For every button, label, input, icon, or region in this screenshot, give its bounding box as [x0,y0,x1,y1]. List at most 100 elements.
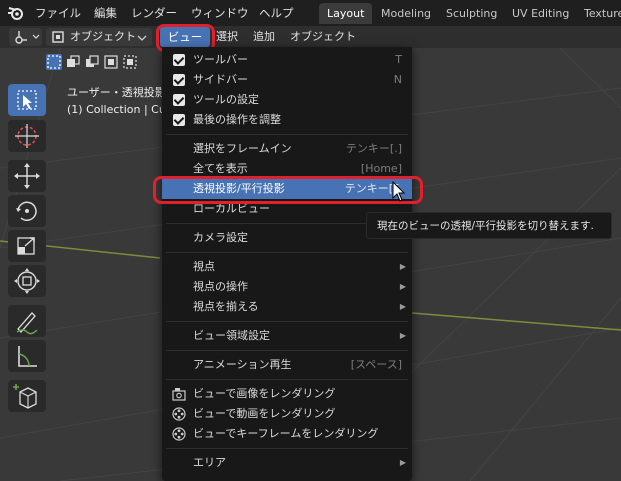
menu-item-sidebar[interactable]: サイドバー N [162,70,412,90]
menu-item-viewpoint[interactable]: 視点 ▶ [162,257,412,277]
mode-label: オブジェクト [70,30,136,43]
editor-type-button[interactable] [9,28,42,46]
menu-item-render-keyframes[interactable]: ビューでキーフレームをレンダリング [162,424,412,444]
menu-item-label: 視点 [193,260,215,273]
menu-item-label: アニメーション再生 [193,358,292,371]
tab-modeling[interactable]: Modeling [373,3,439,24]
checkbox-checked-icon[interactable] [173,74,185,86]
chevron-down-icon [137,35,147,41]
tab-texture[interactable]: Texture [576,3,621,24]
menu-item-area[interactable]: エリア ▶ [162,453,412,473]
object-mode-icon [52,31,64,43]
menu-item-label: ビュー領域設定 [193,329,270,342]
menu-item-label: ビューでキーフレームをレンダリング [193,427,379,440]
menu-item-shortcut: T [395,53,402,66]
camera-render-icon [172,388,186,401]
select-intersect-button[interactable] [122,54,138,70]
menu-separator [166,252,408,253]
add-cube-icon [13,384,37,409]
submenu-arrow-icon: ▶ [399,282,406,291]
menu-file[interactable]: ファイル [35,5,81,21]
highlight-perspective-item [153,176,423,204]
checkbox-checked-icon[interactable] [173,114,185,126]
menu-item-tool-settings[interactable]: ツールの設定 [162,90,412,110]
menu-item-frame-selected[interactable]: 選択をフレームイン テンキー[.] [162,139,412,159]
tab-sculpting[interactable]: Sculpting [438,3,505,24]
mouse-pointer-icon [392,181,406,202]
menu-item-navigation[interactable]: 視点の操作 ▶ [162,277,412,297]
menu-item-label: カメラ設定 [193,231,248,244]
menu-item-label: ビューで動画をレンダリング [193,407,336,420]
annotate-pencil-icon [16,312,38,335]
menu-help[interactable]: ヘルプ [259,5,294,21]
tab-layout[interactable]: Layout [319,3,373,24]
select-subtract-icon [86,55,99,67]
header-menu-add[interactable]: 追加 [253,28,275,46]
tool-cursor[interactable] [8,120,46,152]
checkbox-checked-icon[interactable] [173,54,185,66]
scale-icon [17,237,35,255]
menu-item-render-image[interactable]: ビューで画像をレンダリング [162,384,412,404]
viewport-header: オブジェクト 選択 追加 オブジェクト [0,26,621,48]
menu-item-label: サイドバー [193,73,248,86]
rotate-icon [16,201,37,222]
menu-edit[interactable]: 編集 [94,5,117,21]
transform-icon [14,268,40,294]
tool-add-cube[interactable] [8,380,46,412]
menu-item-label: エリア [193,456,226,469]
menu-item-view-regions[interactable]: ビュー領域設定 ▶ [162,326,412,346]
viewport-view-label: ユーザー・透視投影 [67,86,166,99]
select-intersect-icon [123,55,137,69]
select-new-button[interactable] [46,54,62,70]
menu-render[interactable]: レンダー [131,5,177,21]
menu-item-play-animation[interactable]: アニメーション再生 [スペース] [162,355,412,375]
film-reel-icon [172,407,186,421]
tool-transform[interactable] [8,265,46,297]
menu-item-align-view[interactable]: 視点を揃える ▶ [162,297,412,317]
checkbox-checked-icon[interactable] [173,94,185,106]
submenu-arrow-icon: ▶ [399,262,406,271]
menu-item-label: 最後の操作を調整 [193,113,281,126]
menu-item-label: 視点の操作 [193,280,248,293]
menu-item-shortcut: テンキー[.] [345,142,402,155]
tool-annotate[interactable] [8,305,46,337]
menu-item-shortcut: N [393,73,402,86]
submenu-arrow-icon: ▶ [399,458,406,467]
axes-icon [15,31,40,44]
menu-item-toolbar[interactable]: ツールバー T [162,50,412,70]
select-subtract-button[interactable] [84,54,100,70]
select-extend-icon [67,55,80,67]
tool-rotate[interactable] [8,195,46,227]
submenu-arrow-icon: ▶ [399,302,406,311]
tab-uv-editing[interactable]: UV Editing [504,3,577,24]
header-menu-select[interactable]: 選択 [216,28,238,46]
menu-item-render-animation[interactable]: ビューで動画をレンダリング [162,404,412,424]
tool-select-box[interactable] [8,84,46,116]
tool-scale[interactable] [8,230,46,262]
tool-move[interactable] [8,160,46,192]
tooltip: 現在のビューの透視/平行投影を切り替えます. [366,212,612,239]
menu-separator [166,134,408,135]
select-box-icon [17,90,37,110]
menu-separator [166,350,408,351]
menu-window[interactable]: ウィンドウ [191,5,249,21]
blender-logo-icon[interactable] [7,4,25,22]
submenu-arrow-icon: ▶ [399,331,406,340]
menu-item-adjust-last-operation[interactable]: 最後の操作を調整 [162,110,412,130]
select-invert-icon [104,55,118,69]
film-reel-icon [172,427,186,441]
menu-separator [166,321,408,322]
select-extend-button[interactable] [65,54,81,70]
select-invert-button[interactable] [103,54,119,70]
measure-ruler-icon [18,346,37,367]
menu-item-label: ツールの設定 [193,93,259,106]
tool-measure[interactable] [8,340,46,372]
mode-selector[interactable]: オブジェクト [46,28,152,46]
viewport-collection-label: (1) Collection | Cub [67,103,173,116]
select-new-icon [47,55,61,69]
menu-item-label: 視点を揃える [193,300,259,313]
top-bar: ファイル 編集 レンダー ウィンドウ ヘルプ Layout Modeling S… [0,0,621,26]
menu-item-label: ビューで画像をレンダリング [193,387,336,400]
menu-item-label: ツールバー [193,53,248,66]
header-menu-object[interactable]: オブジェクト [290,28,356,46]
